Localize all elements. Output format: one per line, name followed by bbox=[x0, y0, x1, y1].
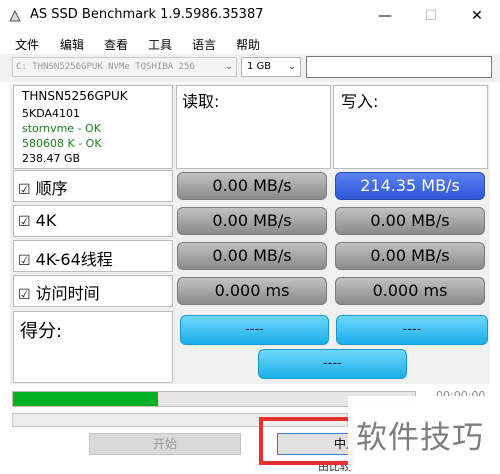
menu-help[interactable]: 帮助 bbox=[236, 36, 260, 53]
device-model: THNSN5256GPUK bbox=[22, 89, 128, 103]
alignment-status: 580608 K - OK bbox=[22, 137, 102, 150]
4k64-read-value: 0.00 MB/s bbox=[177, 242, 327, 270]
4k64-write-value: 0.00 MB/s bbox=[335, 242, 485, 270]
score-write: ---- bbox=[336, 315, 488, 345]
test-4k-name: 4K bbox=[35, 211, 57, 230]
window-title: AS SSD Benchmark 1.9.5986.35387 bbox=[30, 7, 264, 22]
device-firmware: 5KDA4101 bbox=[22, 107, 81, 120]
highlight-frame bbox=[259, 417, 355, 465]
chevron-down-icon: ⌄ bbox=[224, 61, 233, 72]
checkbox-checked-icon[interactable]: ☑ bbox=[18, 214, 31, 230]
test-access-name: 访问时间 bbox=[35, 284, 100, 303]
score-label: 得分: bbox=[20, 321, 63, 342]
start-button[interactable]: 开始 bbox=[89, 433, 241, 455]
minimize-button[interactable]: — bbox=[362, 0, 408, 32]
access-write-value: 0.000 ms bbox=[335, 277, 485, 305]
4k-write-value: 0.00 MB/s bbox=[335, 207, 485, 235]
drive-select-value: C: THNSN5256GPUK NVMe TOSHIBA 256 bbox=[16, 62, 195, 72]
test-seq-name: 顺序 bbox=[35, 179, 68, 198]
test-4k64-label[interactable]: ☑ 4K-64线程 bbox=[18, 246, 113, 270]
test-access-label[interactable]: ☑ 访问时间 bbox=[18, 280, 100, 304]
driver-status: stornvme - OK bbox=[22, 122, 101, 135]
chevron-down-icon: ⌄ bbox=[287, 61, 296, 72]
score-read: ---- bbox=[180, 315, 329, 345]
test-seq-label[interactable]: ☑ 顺序 bbox=[18, 175, 68, 199]
device-capacity: 238.47 GB bbox=[22, 152, 81, 165]
progress-fill bbox=[13, 392, 158, 406]
test-4k-label[interactable]: ☑ 4K bbox=[18, 211, 56, 230]
test-size-select[interactable]: 1 GB ⌄ bbox=[241, 57, 301, 77]
test-size-value: 1 GB bbox=[247, 61, 272, 72]
4k-read-value: 0.00 MB/s bbox=[177, 207, 327, 235]
checkbox-checked-icon[interactable]: ☑ bbox=[18, 182, 31, 198]
checkbox-checked-icon[interactable]: ☑ bbox=[18, 253, 31, 269]
menu-file[interactable]: 文件 bbox=[15, 36, 39, 53]
menu-language[interactable]: 语言 bbox=[192, 36, 216, 53]
seq-write-value: 214.35 MB/s bbox=[335, 172, 485, 200]
close-button[interactable]: ✕ bbox=[454, 0, 500, 32]
write-column-header: 写入: bbox=[341, 92, 379, 111]
seq-read-value: 0.00 MB/s bbox=[177, 172, 327, 200]
menu-edit[interactable]: 编辑 bbox=[60, 36, 84, 53]
menu-view[interactable]: 查看 bbox=[104, 36, 128, 53]
drive-select[interactable]: C: THNSN5256GPUK NVMe TOSHIBA 256 ⌄ bbox=[12, 57, 237, 77]
checkbox-checked-icon[interactable]: ☑ bbox=[18, 287, 31, 303]
test-4k64-name: 4K-64线程 bbox=[35, 250, 113, 269]
watermark-text: 软件技巧 bbox=[356, 420, 484, 456]
access-read-value: 0.000 ms bbox=[177, 277, 327, 305]
maximize-button: ☐ bbox=[424, 8, 438, 24]
score-total: ---- bbox=[258, 349, 407, 379]
menu-tools[interactable]: 工具 bbox=[148, 36, 172, 53]
read-column-header: 读取: bbox=[182, 92, 220, 111]
name-input[interactable] bbox=[306, 56, 492, 78]
app-icon bbox=[8, 9, 22, 23]
